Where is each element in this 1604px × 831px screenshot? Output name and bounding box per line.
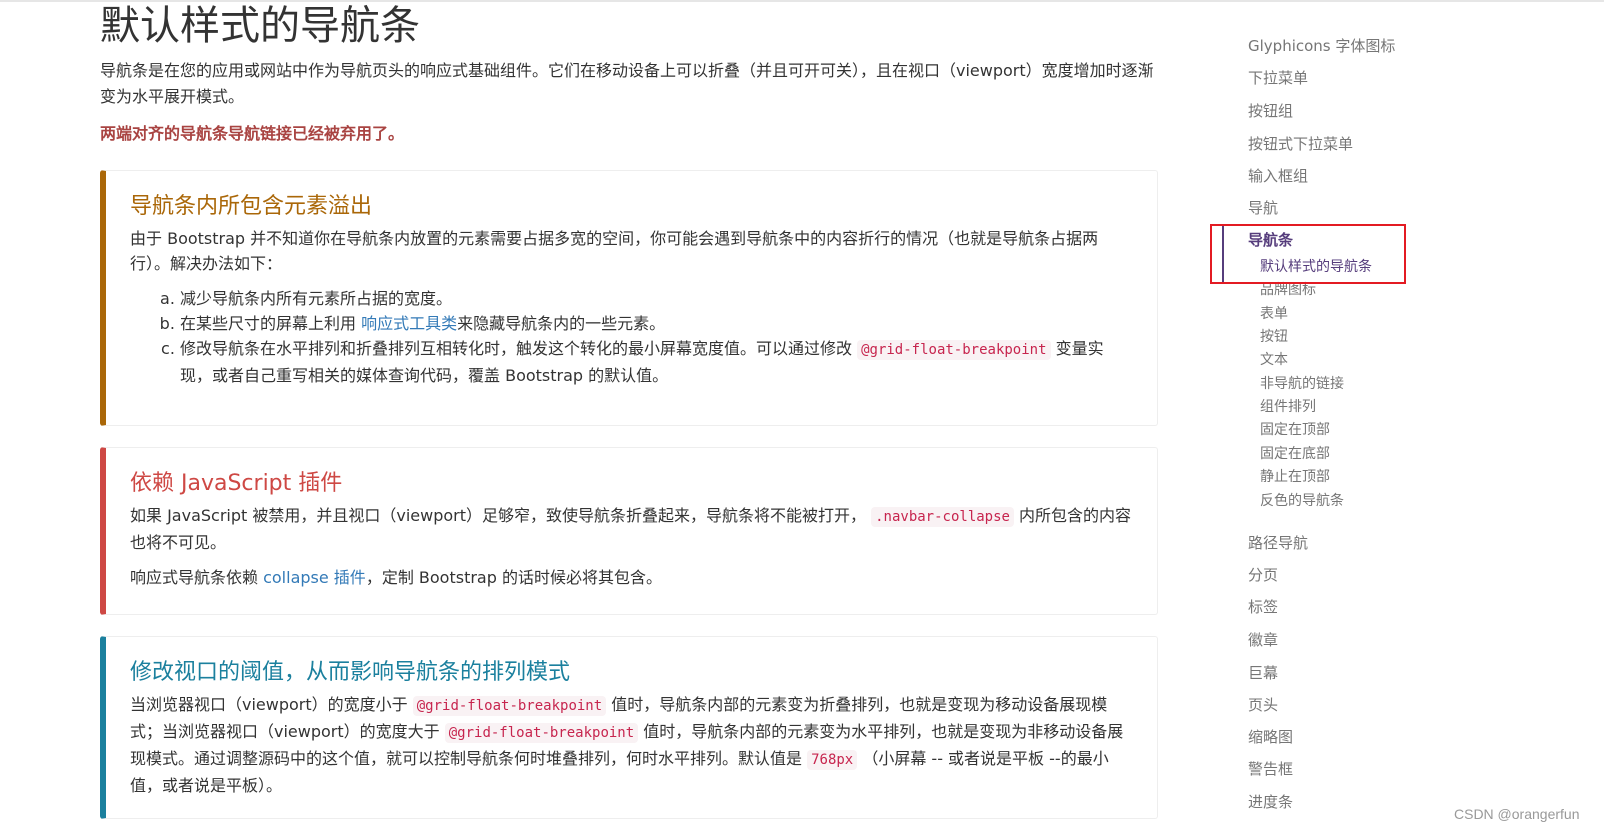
sidebar-subitem-component-alignment[interactable]: 组件排列 bbox=[1260, 398, 1316, 416]
paragraph-text: 如果 JavaScript 被禁用，并且视口（viewport）足够窄，致使导航… bbox=[130, 506, 872, 525]
collapse-plugin-link[interactable]: collapse 插件 bbox=[263, 568, 366, 587]
sidebar-subitem-non-nav-links[interactable]: 非导航的链接 bbox=[1260, 375, 1344, 393]
sidebar-item-dropdowns[interactable]: 下拉菜单 bbox=[1248, 68, 1308, 88]
list-item-text: 修改导航条在水平排列和折叠排列互相转化时，触发这个转化的最小屏幕宽度值。可以通过… bbox=[180, 339, 858, 358]
solutions-list: 减少导航条内所有元素所占据的宽度。 在某些尺寸的屏幕上利用 响应式工具类来隐藏导… bbox=[130, 286, 1135, 388]
callout-paragraph: 如果 JavaScript 被禁用，并且视口（viewport）足够窄，致使导航… bbox=[130, 503, 1135, 555]
callout-overflow: 导航条内所包含元素溢出 由于 Bootstrap 并不知道你在导航条内放置的元素… bbox=[100, 170, 1158, 426]
sidebar-item-progress[interactable]: 进度条 bbox=[1248, 792, 1293, 812]
sidebar-subitem-buttons[interactable]: 按钮 bbox=[1260, 328, 1288, 346]
paragraph-text: 当浏览器视口（viewport）的宽度小于 bbox=[130, 695, 413, 714]
callout-body: 当浏览器视口（viewport）的宽度小于 @grid-float-breakp… bbox=[130, 692, 1135, 808]
code-snippet: @grid-float-breakpoint bbox=[857, 340, 1051, 360]
deprecation-notice: 两端对齐的导航条导航链接已经被弃用了。 bbox=[100, 124, 405, 143]
callout-title: 依赖 JavaScript 插件 bbox=[130, 471, 343, 496]
paragraph-text: 响应式导航条依赖 bbox=[130, 568, 264, 587]
sidebar-subitem-static-top[interactable]: 静止在顶部 bbox=[1260, 468, 1330, 486]
callout-javascript: 依赖 JavaScript 插件 如果 JavaScript 被禁用，并且视口（… bbox=[100, 447, 1158, 615]
callout-title: 导航条内所包含元素溢出 bbox=[130, 194, 373, 219]
sidebar-subitem-fixed-top[interactable]: 固定在顶部 bbox=[1260, 421, 1330, 439]
sidebar-item-button-groups[interactable]: 按钮组 bbox=[1248, 101, 1293, 121]
sidebar-item-breadcrumbs[interactable]: 路径导航 bbox=[1248, 533, 1308, 553]
callout-intro: 由于 Bootstrap 并不知道你在导航条内放置的元素需要占据多宽的空间，你可… bbox=[130, 229, 1099, 273]
code-snippet: @grid-float-breakpoint bbox=[444, 723, 639, 743]
paragraph-text: ，定制 Bootstrap 的话时候必将其包含。 bbox=[365, 568, 662, 587]
callout-breakpoint: 修改视口的阈值，从而影响导航条的排列模式 当浏览器视口（viewport）的宽度… bbox=[100, 636, 1158, 819]
callout-title: 修改视口的阈值，从而影响导航条的排列模式 bbox=[130, 660, 571, 685]
list-item-text: 在某些尺寸的屏幕上利用 bbox=[180, 314, 362, 333]
sidebar-item-labels[interactable]: 标签 bbox=[1248, 597, 1278, 617]
code-snippet: @grid-float-breakpoint bbox=[412, 696, 607, 716]
sidebar-item-input-groups[interactable]: 输入框组 bbox=[1248, 166, 1308, 186]
sidebar-item-page-header[interactable]: 页头 bbox=[1248, 695, 1278, 715]
sidebar-item-glyphicons[interactable]: Glyphicons 字体图标 bbox=[1248, 36, 1395, 56]
responsive-utilities-link[interactable]: 响应式工具类 bbox=[361, 314, 457, 333]
sidebar-item-alerts[interactable]: 警告框 bbox=[1248, 759, 1293, 779]
highlight-box bbox=[1210, 224, 1406, 284]
code-snippet: .navbar-collapse bbox=[871, 507, 1014, 527]
code-snippet: 768px bbox=[807, 750, 858, 770]
callout-paragraph: 响应式导航条依赖 collapse 插件，定制 Bootstrap 的话时候必将… bbox=[130, 565, 1135, 590]
sidebar-item-thumbnails[interactable]: 缩略图 bbox=[1248, 727, 1293, 747]
sidebar-item-pagination[interactable]: 分页 bbox=[1248, 565, 1278, 585]
sidebar-item-badges[interactable]: 徽章 bbox=[1248, 630, 1278, 650]
callout-paragraph: 当浏览器视口（viewport）的宽度小于 @grid-float-breakp… bbox=[130, 692, 1135, 798]
page-title: 默认样式的导航条 bbox=[100, 3, 420, 49]
list-item: 修改导航条在水平排列和折叠排列互相转化时，触发这个转化的最小屏幕宽度值。可以通过… bbox=[180, 336, 1135, 388]
list-item-text: 来隐藏导航条内的一些元素。 bbox=[457, 314, 666, 333]
sidebar-item-button-dropdowns[interactable]: 按钮式下拉菜单 bbox=[1248, 134, 1353, 154]
watermark: CSDN @orangerfun bbox=[1454, 806, 1580, 822]
sidebar-item-navs[interactable]: 导航 bbox=[1248, 198, 1278, 218]
sidebar-item-jumbotron[interactable]: 巨幕 bbox=[1248, 663, 1278, 683]
sidebar-subitem-forms[interactable]: 表单 bbox=[1260, 305, 1288, 323]
callout-body: 如果 JavaScript 被禁用，并且视口（viewport）足够窄，致使导航… bbox=[130, 503, 1135, 600]
sidebar-subitem-text[interactable]: 文本 bbox=[1260, 351, 1288, 369]
list-item: 在某些尺寸的屏幕上利用 响应式工具类来隐藏导航条内的一些元素。 bbox=[180, 311, 1135, 336]
sidebar-subitem-fixed-bottom[interactable]: 固定在底部 bbox=[1260, 445, 1330, 463]
list-item: 减少导航条内所有元素所占据的宽度。 bbox=[180, 286, 1135, 311]
sidebar-subitem-inverted[interactable]: 反色的导航条 bbox=[1260, 492, 1344, 510]
list-item-text: 减少导航条内所有元素所占据的宽度。 bbox=[180, 289, 453, 308]
lead-paragraph: 导航条是在您的应用或网站中作为导航页头的响应式基础组件。它们在移动设备上可以折叠… bbox=[100, 61, 1154, 106]
callout-body: 由于 Bootstrap 并不知道你在导航条内放置的元素需要占据多宽的空间，你可… bbox=[130, 226, 1135, 388]
